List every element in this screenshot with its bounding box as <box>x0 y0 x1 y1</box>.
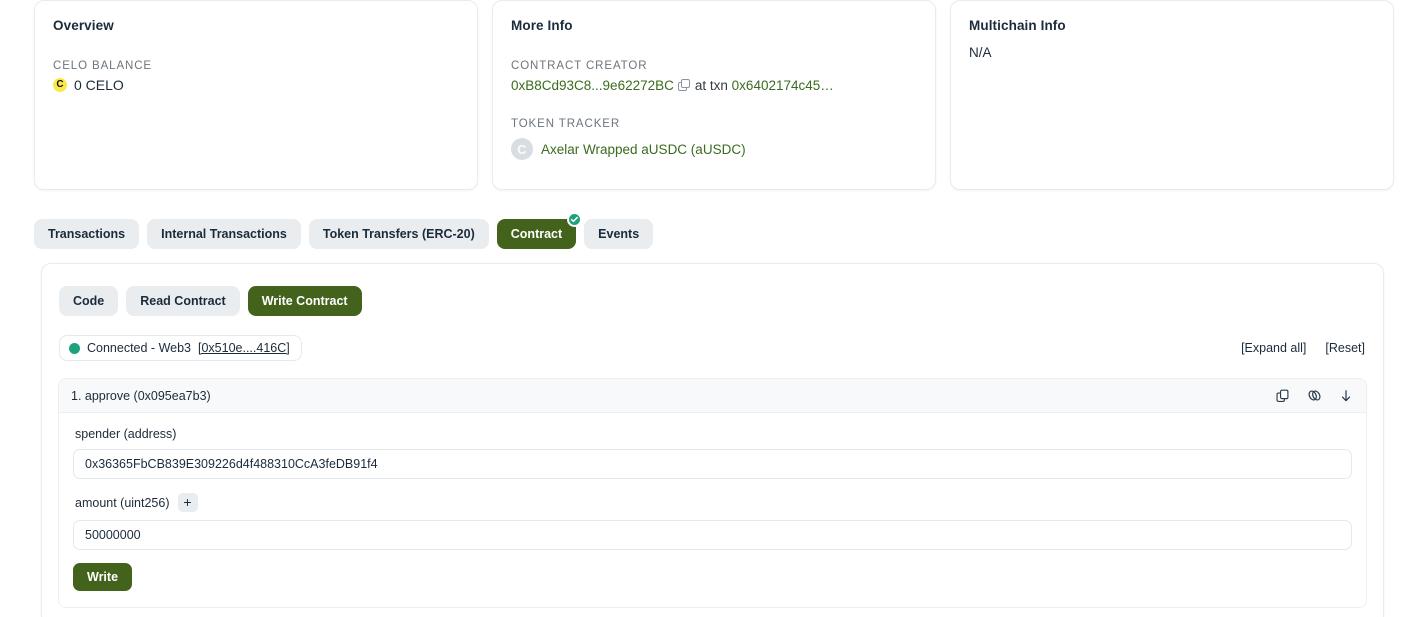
connection-row: Connected - Web3 [0x510e....416C] [Expan… <box>42 316 1383 361</box>
arg-amount: amount (uint256) + <box>73 493 1352 550</box>
celo-balance-value: 0 CELO <box>74 77 124 93</box>
arg-spender-input[interactable] <box>73 449 1352 479</box>
celo-coin-icon <box>53 78 67 92</box>
write-button[interactable]: Write <box>73 563 133 591</box>
function-header-icons <box>1276 388 1353 403</box>
contract-subtabs: Code Read Contract Write Contract <box>42 264 1383 316</box>
expand-all-link[interactable]: [Expand all] <box>1241 341 1306 355</box>
function-header[interactable]: 1. approve (0x095ea7b3) <box>59 379 1366 413</box>
more-info-title: More Info <box>511 18 573 33</box>
celo-balance-row: 0 CELO <box>53 77 459 93</box>
tab-token-transfers[interactable]: Token Transfers (ERC-20) <box>308 219 489 250</box>
tab-events[interactable]: Events <box>584 219 654 250</box>
connected-wallet-address[interactable]: [0x510e....416C] <box>198 341 290 355</box>
contract-creator-label: CONTRACT CREATOR <box>511 60 648 72</box>
arg-amount-label-row: amount (uint256) + <box>75 493 1352 512</box>
arg-spender-label: spender (address) <box>75 427 177 441</box>
subtab-code[interactable]: Code <box>59 286 119 316</box>
multichain-info-card: Multichain Info N/A <box>950 0 1394 190</box>
tab-contract[interactable]: Contract <box>496 212 583 250</box>
main-tabs: Transactions Internal Transactions Token… <box>34 212 654 250</box>
overview-title: Overview <box>53 18 114 33</box>
contract-panel: Code Read Contract Write Contract Connec… <box>41 263 1384 617</box>
subtab-read-contract[interactable]: Read Contract <box>126 286 240 316</box>
copy-icon[interactable] <box>677 79 691 92</box>
verified-check-icon <box>567 212 583 227</box>
multichain-value: N/A <box>969 45 992 60</box>
tab-transactions[interactable]: Transactions <box>34 219 140 250</box>
reset-link[interactable]: [Reset] <box>1325 341 1365 355</box>
arg-spender: spender (address) <box>73 427 1352 479</box>
arg-amount-label: amount (uint256) <box>75 495 170 510</box>
account-contract-page: Overview CELO BALANCE 0 CELO More Info C… <box>0 0 1416 617</box>
copy-icon[interactable] <box>1276 389 1290 403</box>
more-info-card: More Info CONTRACT CREATOR 0xB8Cd93C8...… <box>492 0 936 190</box>
function-body: spender (address) amount (uint256) + Wri… <box>59 413 1366 607</box>
connection-status-text: Connected - Web3 <box>87 341 191 355</box>
link-icon[interactable] <box>1307 388 1322 403</box>
token-tracker-label: TOKEN TRACKER <box>511 118 621 130</box>
creator-address-link[interactable]: 0xB8Cd93C8...9e62272BC <box>511 78 674 93</box>
celo-balance-label: CELO BALANCE <box>53 60 152 72</box>
token-tracker-link[interactable]: Axelar Wrapped aUSDC (aUSDC) <box>541 142 746 157</box>
token-logo-icon: C <box>511 138 533 160</box>
subtab-write-contract[interactable]: Write Contract <box>247 286 362 316</box>
panel-actions: [Expand all] [Reset] <box>1241 341 1365 355</box>
summary-cards: Overview CELO BALANCE 0 CELO More Info C… <box>34 0 1394 190</box>
contract-creator-row: 0xB8Cd93C8...9e62272BC at txn 0x6402174c4… <box>511 78 917 93</box>
token-tracker-row: C Axelar Wrapped aUSDC (aUSDC) <box>511 138 917 160</box>
arg-amount-plus-button[interactable]: + <box>177 493 198 512</box>
txn-hash-link[interactable]: 0x6402174c45… <box>732 78 834 93</box>
at-txn-text: at txn <box>694 78 728 93</box>
tab-internal-transactions[interactable]: Internal Transactions <box>147 219 301 250</box>
multichain-title: Multichain Info <box>969 18 1066 33</box>
overview-card: Overview CELO BALANCE 0 CELO <box>34 0 478 190</box>
wallet-connection-chip[interactable]: Connected - Web3 [0x510e....416C] <box>59 335 302 361</box>
function-approve: 1. approve (0x095ea7b3) spender (address… <box>58 378 1367 608</box>
function-title: 1. approve (0x095ea7b3) <box>71 388 211 403</box>
arrow-down-icon[interactable] <box>1339 389 1353 403</box>
connected-status-dot-icon <box>69 342 80 354</box>
tab-contract-label: Contract <box>510 227 563 241</box>
arg-amount-input[interactable] <box>73 520 1352 550</box>
